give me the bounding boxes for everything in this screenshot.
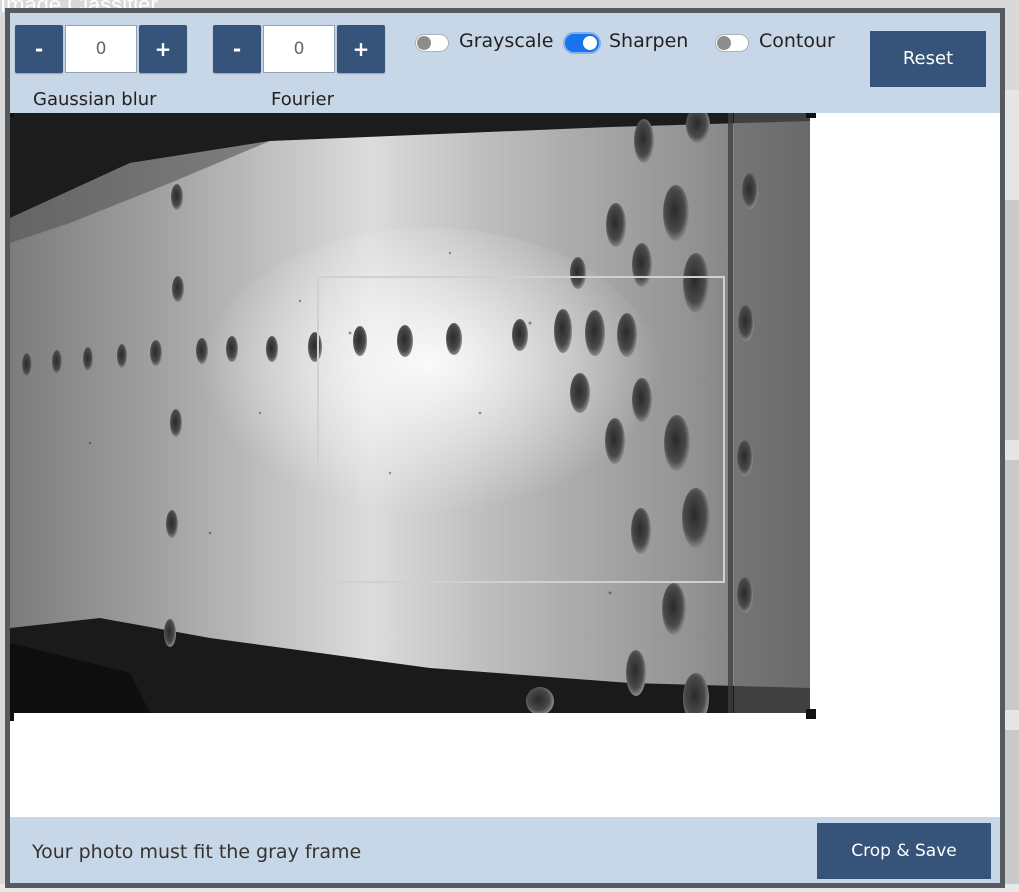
crop-handle-bottom-right[interactable] [806, 709, 816, 719]
fourier-decrement-button[interactable]: - [213, 25, 261, 73]
editor-toolbar: - 0 + Gaussian blur - 0 + Fourier Graysc… [10, 13, 1000, 113]
switch-knob [583, 36, 597, 50]
contour-label: Contour [759, 30, 835, 52]
gaussian-decrement-button[interactable]: - [15, 25, 63, 73]
switch-knob [417, 36, 431, 50]
instruction-message: Your photo must fit the gray frame [32, 841, 362, 863]
gaussian-increment-button[interactable]: + [139, 25, 187, 73]
grayscale-switch[interactable] [415, 34, 449, 52]
fourier-label: Fourier [271, 89, 335, 110]
fourier-increment-button[interactable]: + [337, 25, 385, 73]
crop-and-save-button[interactable]: Crop & Save [817, 823, 991, 879]
contour-switch[interactable] [715, 34, 749, 52]
grayscale-label: Grayscale [459, 30, 554, 52]
image-editor-modal: - 0 + Gaussian blur - 0 + Fourier Graysc… [5, 8, 1005, 888]
image-canvas[interactable] [10, 113, 810, 713]
editor-footer: Your photo must fit the gray frame Crop … [10, 817, 1000, 883]
gaussian-blur-label: Gaussian blur [33, 89, 157, 110]
background-thumbnail [1003, 460, 1019, 710]
background-thumbnail [1003, 200, 1019, 440]
fourier-value-field[interactable]: 0 [263, 25, 335, 73]
gray-crop-frame[interactable] [317, 276, 725, 583]
gaussian-value-field[interactable]: 0 [65, 25, 137, 73]
background-side-panel [1003, 90, 1019, 892]
sharpen-switch[interactable] [565, 34, 599, 52]
crop-handle-bottom-left[interactable] [10, 711, 14, 721]
reset-button[interactable]: Reset [870, 31, 986, 87]
sharpen-label: Sharpen [609, 30, 689, 52]
switch-knob [717, 36, 731, 50]
crop-handle-top-right[interactable] [806, 113, 816, 118]
crop-handle-top-left[interactable] [10, 113, 14, 117]
background-thumbnail [1003, 730, 1019, 890]
